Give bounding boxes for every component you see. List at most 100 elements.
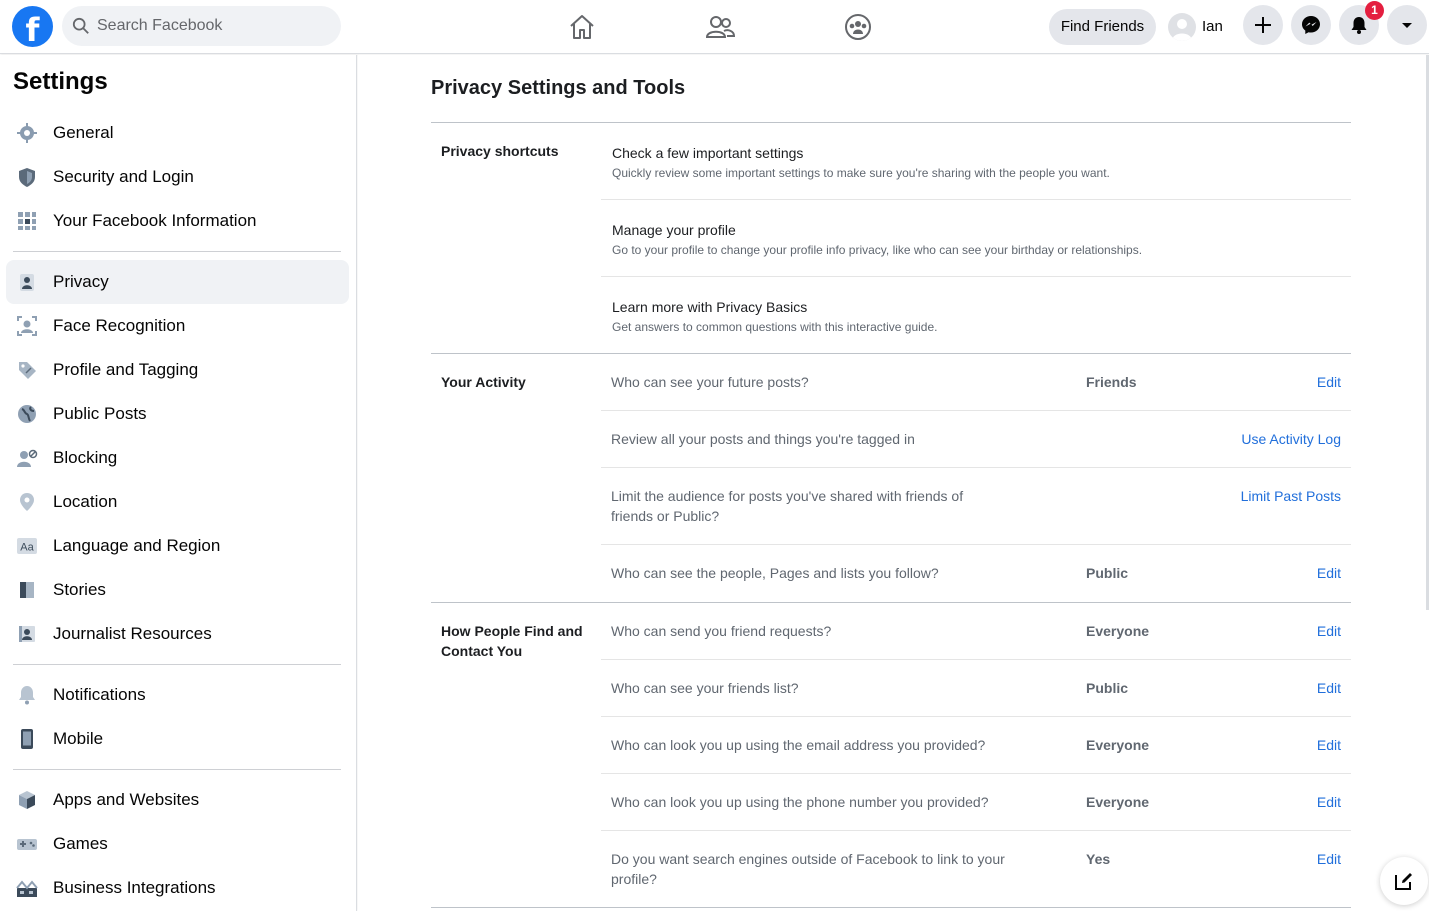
sidebar-item-label: Language and Region — [53, 536, 221, 555]
facebook-logo-icon[interactable]: f — [12, 6, 53, 47]
setting-value: Yes — [1086, 851, 1111, 867]
sidebar-divider — [13, 664, 341, 665]
sidebar-item-games[interactable]: Games — [6, 822, 349, 866]
shortcut-title[interactable]: Manage your profile — [612, 222, 736, 238]
row-divider — [601, 716, 1351, 717]
sidebar-item-stories[interactable]: Stories — [6, 568, 349, 612]
tag-icon — [19, 362, 36, 379]
edit-link[interactable]: Edit — [1317, 794, 1341, 810]
face-scan-icon — [17, 316, 37, 336]
sidebar-item-label: Profile and Tagging — [53, 360, 199, 379]
find-friends-button[interactable]: Find Friends — [1049, 9, 1156, 45]
row-divider — [601, 659, 1351, 660]
sidebar-item-label: Privacy — [53, 272, 109, 291]
shield-icon — [19, 168, 35, 187]
limit-past-posts-link[interactable]: Limit Past Posts — [1241, 488, 1341, 504]
setting-value: Everyone — [1086, 623, 1150, 639]
search-icon — [72, 17, 89, 34]
sidebar-item-general[interactable]: General — [6, 111, 349, 155]
sidebar-item-label: Mobile — [53, 729, 104, 748]
sidebar-item-label: Location — [53, 492, 118, 511]
search-input[interactable]: Search Facebook — [62, 6, 341, 46]
sidebar-item-apps-websites[interactable]: Apps and Websites — [6, 778, 349, 822]
sidebar-item-label: Security and Login — [53, 167, 194, 186]
section-divider — [431, 122, 1351, 123]
home-icon[interactable] — [565, 10, 599, 44]
lock-person-icon — [20, 274, 34, 291]
groups-icon[interactable] — [841, 10, 875, 44]
sidebar-item-label: Business Integrations — [53, 878, 216, 897]
sidebar-item-label: Games — [53, 834, 108, 853]
setting-question: Who can look you up using the phone numb… — [611, 794, 989, 810]
shortcut-description: Quickly review some important settings t… — [612, 166, 1110, 180]
shortcut-title[interactable]: Learn more with Privacy Basics — [612, 299, 807, 315]
user-name: Ian — [1202, 18, 1223, 35]
edit-link[interactable]: Edit — [1317, 680, 1341, 696]
setting-question: Who can see your friends list? — [611, 680, 799, 696]
grid-icon — [18, 212, 36, 230]
edit-link[interactable]: Edit — [1317, 565, 1341, 581]
shortcut-title[interactable]: Check a few important settings — [612, 145, 803, 161]
edit-link[interactable]: Edit — [1317, 851, 1341, 867]
edit-link[interactable]: Edit — [1317, 623, 1341, 639]
section-divider — [431, 353, 1351, 354]
sidebar-item-blocking[interactable]: Blocking — [6, 436, 349, 480]
sidebar-item-label: Your Facebook Information — [53, 211, 257, 230]
gear-icon — [17, 123, 37, 143]
top-navigation-bar: f Search Facebook Find Friends Ian 1 — [0, 0, 1429, 54]
sidebar-item-label: Notifications — [53, 685, 146, 704]
sidebar-item-label: Apps and Websites — [53, 790, 200, 809]
location-pin-icon — [20, 493, 34, 511]
setting-question: Who can see your future posts? — [611, 374, 809, 390]
row-divider — [601, 544, 1351, 545]
settings-sidebar: Settings General Security and Login Your… — [0, 55, 357, 911]
messenger-button[interactable] — [1291, 5, 1331, 45]
svg-text:Aa: Aa — [20, 542, 34, 554]
section-label-privacy-shortcuts: Privacy shortcuts — [441, 143, 559, 159]
sidebar-title: Settings — [13, 68, 108, 95]
sidebar-item-face-recognition[interactable]: Face Recognition — [6, 304, 349, 348]
sidebar-item-security[interactable]: Security and Login — [6, 155, 349, 199]
book-icon — [20, 582, 34, 598]
use-activity-log-link[interactable]: Use Activity Log — [1241, 431, 1341, 447]
page-title: Privacy Settings and Tools — [431, 77, 686, 99]
sidebar-item-journalist-resources[interactable]: Journalist Resources — [6, 612, 349, 656]
row-divider — [601, 199, 1351, 200]
friends-icon[interactable] — [703, 10, 737, 44]
sidebar-item-privacy[interactable]: Privacy — [6, 260, 349, 304]
sidebar-item-label: Public Posts — [53, 404, 147, 423]
sidebar-item-business-integrations[interactable]: Business Integrations — [6, 866, 349, 910]
id-card-icon — [19, 626, 35, 642]
row-divider — [601, 773, 1351, 774]
sidebar-item-public-posts[interactable]: Public Posts — [6, 392, 349, 436]
edit-link[interactable]: Edit — [1317, 374, 1341, 390]
sidebar-item-label: Stories — [53, 580, 106, 599]
sidebar-item-notifications[interactable]: Notifications — [6, 673, 349, 717]
create-button[interactable] — [1243, 5, 1283, 45]
compose-icon — [1395, 873, 1412, 890]
setting-value: Friends — [1086, 374, 1137, 390]
account-menu-button[interactable] — [1387, 5, 1427, 45]
setting-question: Limit the audience for posts you've shar… — [611, 488, 964, 524]
gamepad-icon — [17, 839, 37, 850]
row-divider — [601, 276, 1351, 277]
language-icon: Aa — [17, 538, 37, 554]
setting-value: Everyone — [1086, 794, 1150, 810]
row-divider — [601, 830, 1351, 831]
privacy-settings-panel: Privacy Settings and Tools Privacy short… — [358, 55, 1429, 911]
sidebar-item-label: General — [53, 123, 114, 142]
section-divider — [431, 907, 1351, 908]
sidebar-item-label: Face Recognition — [53, 316, 186, 335]
caret-down-icon — [1402, 23, 1412, 28]
sidebar-divider — [13, 769, 341, 770]
sidebar-item-facebook-information[interactable]: Your Facebook Information — [6, 199, 349, 243]
sidebar-item-mobile[interactable]: Mobile — [6, 717, 349, 761]
new-message-button[interactable] — [1380, 857, 1428, 905]
sidebar-item-location[interactable]: Location — [6, 480, 349, 524]
setting-question: Do you want search engines outside of Fa… — [611, 851, 1005, 887]
sidebar-item-language-region[interactable]: Aa Language and Region — [6, 524, 349, 568]
setting-question: Who can look you up using the email addr… — [611, 737, 986, 753]
sidebar-item-profile-tagging[interactable]: Profile and Tagging — [6, 348, 349, 392]
row-divider — [601, 467, 1351, 468]
edit-link[interactable]: Edit — [1317, 737, 1341, 753]
